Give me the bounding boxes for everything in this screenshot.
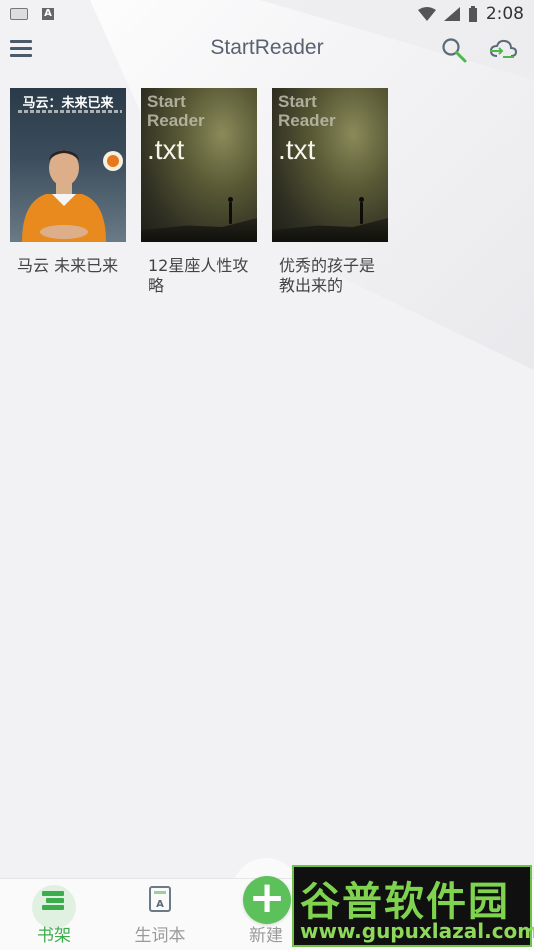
cover-brand: Start Reader <box>147 92 205 130</box>
wifi-icon <box>417 7 436 21</box>
book-item[interactable]: 马云：未来已来 马云 未来已来 <box>10 88 126 296</box>
status-bar: A 2:08 <box>0 0 534 28</box>
author-photo <box>22 150 106 242</box>
cellular-icon <box>443 7 460 21</box>
cover-brand: Start Reader <box>278 92 336 130</box>
cover-extension: .txt <box>278 134 316 165</box>
book-cover[interactable]: Start Reader .txt <box>272 88 388 242</box>
watermark-url: www.gupuxlazal.com <box>300 919 534 943</box>
watermark: 谷普软件园 www.gupuxlazal.com <box>292 865 534 947</box>
cover-title: 马云：未来已来 <box>22 96 114 111</box>
vocabulary-book-icon: A <box>149 886 171 912</box>
clock: 2:08 <box>485 4 524 24</box>
svg-text:A: A <box>156 899 164 910</box>
cover-extension: .txt <box>147 134 185 165</box>
book-item[interactable]: Start Reader .txt 12星座人性攻略 <box>141 88 257 296</box>
silhouette-figure <box>359 197 364 224</box>
book-cover[interactable]: 马云：未来已来 <box>10 88 126 242</box>
cover-hill <box>272 218 388 242</box>
cover-subtitle-line <box>18 110 122 113</box>
silhouette-figure <box>228 197 233 224</box>
book-title: 优秀的孩子是教出来的 <box>279 256 376 295</box>
add-button[interactable]: + <box>243 876 291 924</box>
nav-bookshelf-label: 书架 <box>37 926 71 946</box>
cover-hill <box>141 218 257 242</box>
nav-vocabulary-label: 生词本 <box>134 926 186 946</box>
bookshelf-icon <box>42 891 64 910</box>
a-notification-icon: A <box>42 8 54 20</box>
book-item[interactable]: Start Reader .txt 优秀的孩子是教出来的 <box>272 88 388 296</box>
cloud-sync-icon[interactable] <box>488 36 518 64</box>
bookshelf: 马云：未来已来 马云 未来已来 Start Reader .txt 12星座人性… <box>10 88 388 296</box>
book-cover[interactable]: Start Reader .txt <box>141 88 257 242</box>
book-title: 12星座人性攻略 <box>148 256 249 295</box>
book-title: 马云 未来已来 <box>17 256 119 275</box>
battery-icon <box>468 6 477 22</box>
alibaba-badge-icon <box>103 151 123 171</box>
keyboard-icon <box>10 8 28 20</box>
search-icon[interactable] <box>440 36 468 64</box>
app-toolbar: StartReader <box>0 28 534 70</box>
